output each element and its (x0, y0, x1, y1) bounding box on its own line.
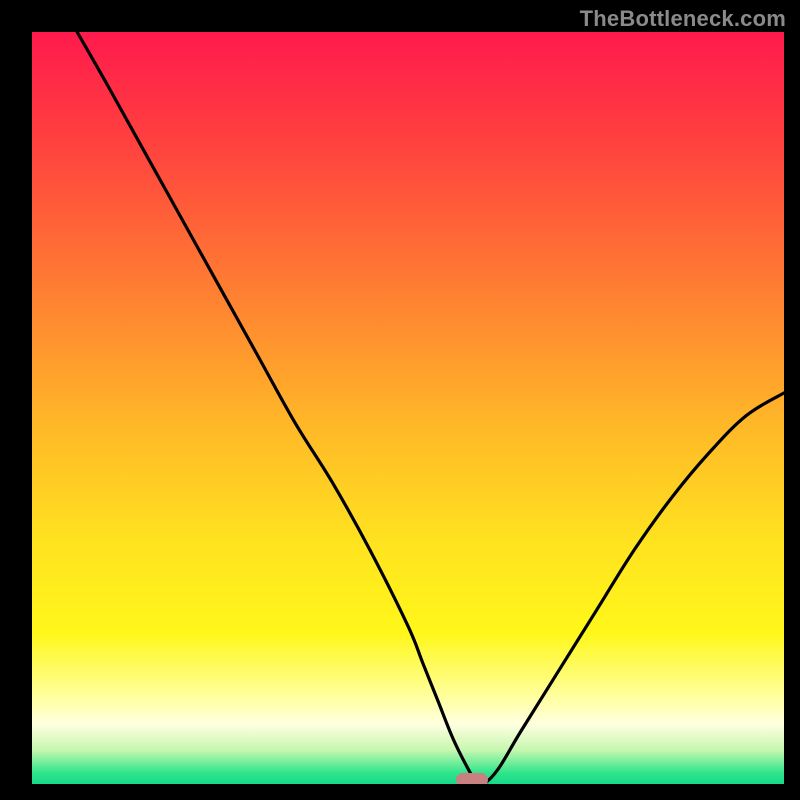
chart-frame: { "watermark": "TheBottleneck.com", "col… (0, 0, 800, 800)
bottleneck-curve (32, 32, 784, 784)
plot-area (32, 32, 784, 784)
optimal-marker (456, 773, 488, 784)
watermark-text: TheBottleneck.com (580, 6, 786, 32)
